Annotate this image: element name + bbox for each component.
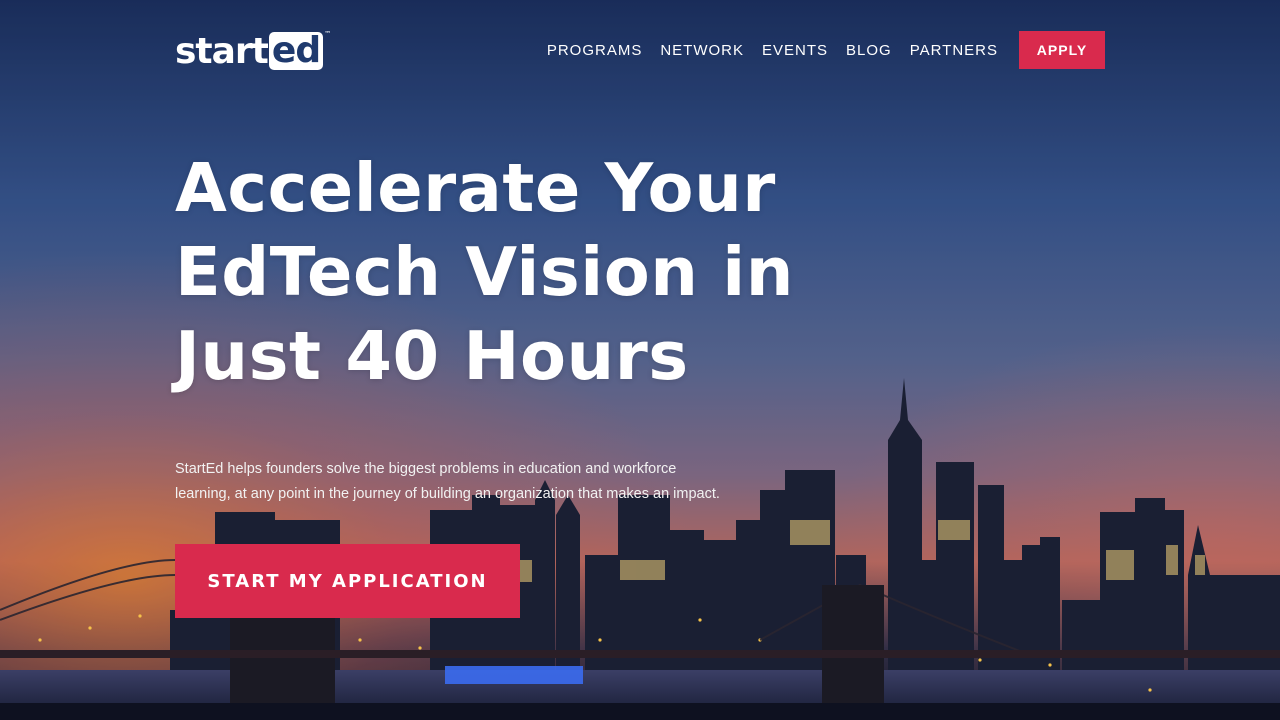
hero-headline-line-2: EdTech Vision in: [175, 233, 794, 311]
hero-headline-line-3: Just 40 Hours: [175, 317, 689, 395]
hero-subtext: StartEd helps founders solve the biggest…: [175, 457, 795, 507]
nav-partners-link[interactable]: PARTNERS: [910, 42, 998, 59]
apply-button[interactable]: APPLY: [1019, 31, 1105, 69]
nav-network-link[interactable]: NETWORK: [660, 42, 744, 59]
nav-blog-link[interactable]: BLOG: [846, 42, 892, 59]
nav-programs-link[interactable]: PROGRAMS: [547, 42, 643, 59]
logo-trademark: ™: [324, 30, 331, 38]
hero-subtext-line-1: StartEd helps founders solve the biggest…: [175, 461, 677, 477]
start-application-button[interactable]: START MY APPLICATION: [175, 544, 520, 618]
started-logo[interactable]: start ed ™: [175, 30, 331, 72]
nav-events-link[interactable]: EVENTS: [762, 42, 828, 59]
logo-text-start: start: [175, 30, 269, 72]
hero-subtext-line-2: learning, at any point in the journey of…: [175, 486, 720, 502]
logo-text-ed-box: ed: [268, 32, 324, 70]
hero-headline: Accelerate Your EdTech Vision in Just 40…: [175, 146, 815, 398]
top-navigation: PROGRAMS NETWORK EVENTS BLOG PARTNERS AP…: [547, 31, 1105, 69]
hero-headline-line-1: Accelerate Your: [175, 149, 776, 227]
